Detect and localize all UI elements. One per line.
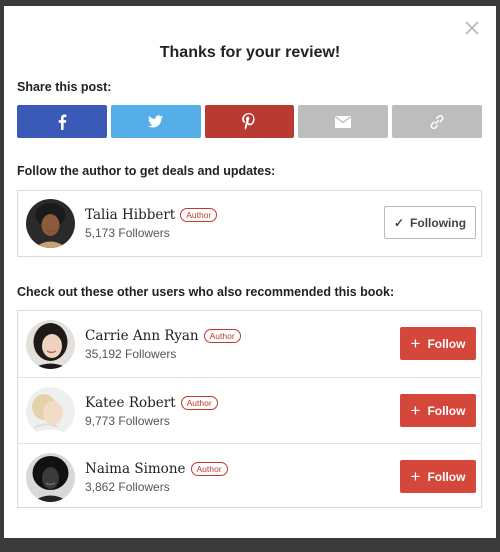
check-icon: ✓ — [393, 215, 405, 230]
recommenders-label: Check out these other users who also rec… — [17, 285, 395, 299]
avatar[interactable] — [26, 199, 75, 248]
follower-count: 35,192 Followers — [85, 347, 177, 361]
author-badge: Author — [203, 329, 241, 343]
follow-author-label: Follow the author to get deals and updat… — [17, 164, 276, 178]
author-name-line: Talia Hibbert Author — [85, 207, 218, 223]
copy-link-share-button[interactable] — [392, 105, 482, 138]
twitter-icon — [148, 115, 164, 128]
author-badge: Author — [180, 208, 218, 222]
following-button-label: Following — [410, 215, 467, 230]
follow-button-label: Follow — [427, 469, 466, 484]
twitter-share-button[interactable] — [110, 105, 201, 138]
follow-button[interactable]: + Follow — [400, 327, 476, 360]
author-name[interactable]: Talia Hibbert — [85, 207, 175, 223]
plus-icon: + — [410, 401, 421, 420]
avatar[interactable] — [26, 453, 75, 502]
user-name[interactable]: Naima Simone — [85, 461, 186, 477]
author-badge: Author — [180, 396, 218, 410]
email-share-button[interactable] — [298, 105, 389, 138]
follow-button-label: Follow — [427, 336, 466, 351]
facebook-icon — [58, 114, 67, 130]
plus-icon: + — [410, 467, 421, 486]
author-row: Talia Hibbert Author 5,173 Followers ✓ F… — [18, 191, 481, 256]
pinterest-icon — [242, 113, 255, 130]
user-name[interactable]: Katee Robert — [85, 395, 176, 411]
list-item: Katee Robert Author 9,773 Followers + Fo… — [18, 377, 481, 443]
avatar[interactable] — [26, 387, 75, 436]
follow-button-label: Follow — [427, 403, 466, 418]
user-name-line: Naima Simone Author — [85, 461, 228, 477]
share-label: Share this post: — [17, 80, 112, 94]
follow-button[interactable]: + Follow — [400, 460, 476, 493]
recommenders-card: Carrie Ann Ryan Author 35,192 Followers … — [17, 310, 482, 508]
author-card: Talia Hibbert Author 5,173 Followers ✓ F… — [17, 190, 482, 257]
user-name-line: Carrie Ann Ryan Author — [85, 328, 241, 344]
user-name-line: Katee Robert Author — [85, 395, 218, 411]
author-badge: Author — [190, 462, 228, 476]
email-icon — [335, 115, 352, 128]
user-name[interactable]: Carrie Ann Ryan — [85, 328, 199, 344]
modal-title: Thanks for your review! — [159, 44, 341, 61]
avatar[interactable] — [26, 320, 75, 369]
share-buttons — [17, 105, 482, 138]
review-thanks-modal: Thanks for your review! Share this post: — [4, 6, 496, 538]
close-icon[interactable] — [462, 18, 482, 38]
link-icon — [430, 114, 444, 129]
facebook-share-button[interactable] — [17, 105, 107, 138]
follow-button[interactable]: + Follow — [400, 394, 476, 427]
following-button[interactable]: ✓ Following — [384, 206, 476, 239]
follower-count: 5,173 Followers — [85, 226, 170, 240]
pinterest-share-button[interactable] — [204, 105, 295, 138]
follower-count: 3,862 Followers — [85, 480, 170, 494]
list-item: Naima Simone Author 3,862 Followers + Fo… — [18, 443, 481, 509]
plus-icon: + — [410, 334, 421, 353]
follower-count: 9,773 Followers — [85, 414, 170, 428]
list-item: Carrie Ann Ryan Author 35,192 Followers … — [18, 311, 481, 377]
